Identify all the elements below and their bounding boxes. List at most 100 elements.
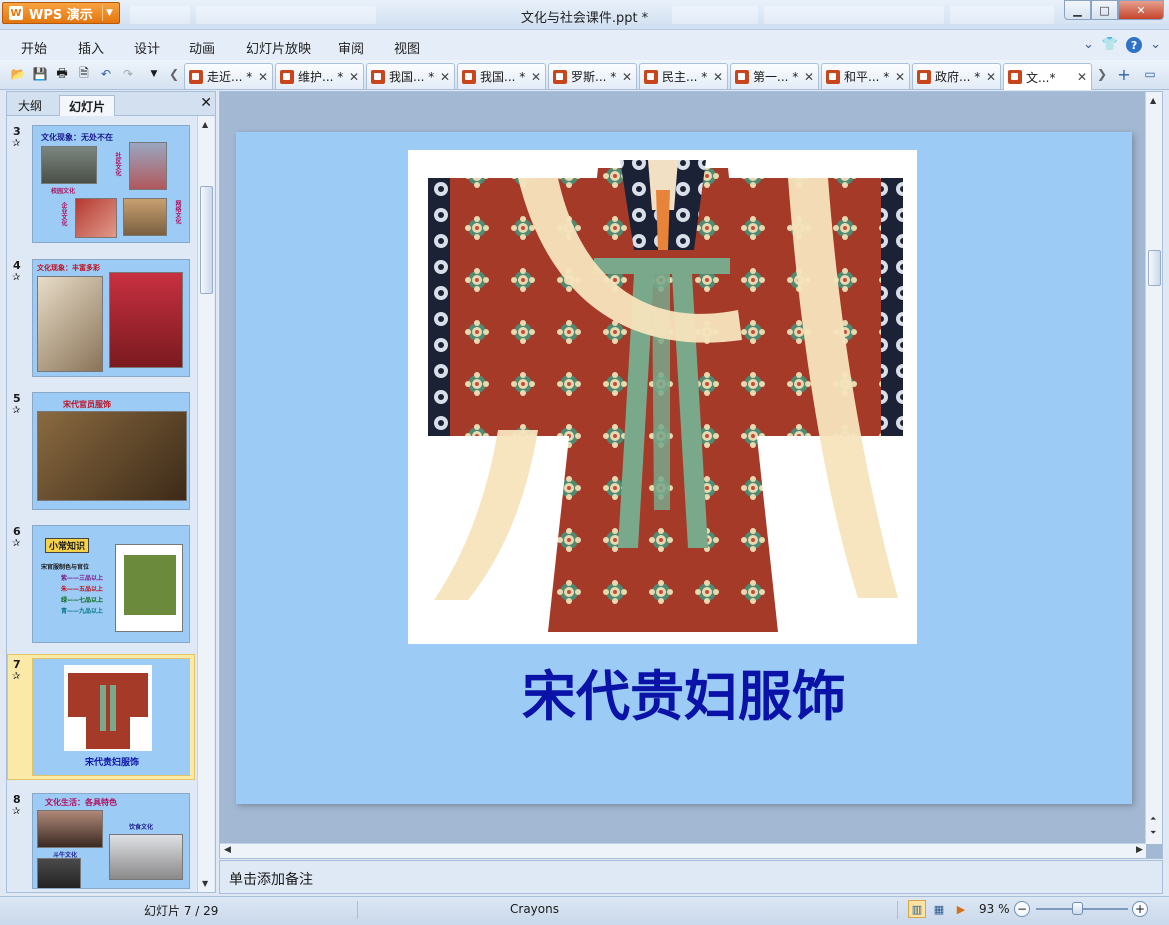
document-tab[interactable]: 民主... * ✕ [639,63,728,89]
document-tab-label: 第一... * [753,70,799,84]
window-title: 文化与社会课件.ppt * [520,11,649,26]
close-tab-icon[interactable]: ✕ [712,70,724,84]
zoom-slider-handle[interactable] [1072,902,1083,915]
notes-pane[interactable]: 单击添加备注 [219,860,1163,894]
thumbnail-title: 文化现象：丰富多彩 [37,264,100,272]
ppt-file-icon [189,69,203,84]
slide-thumbnail[interactable]: 宋代贵妇服饰 [32,658,190,776]
close-tab-icon[interactable]: ✕ [530,70,542,84]
scrollbar-thumb[interactable] [1148,250,1161,286]
document-tab[interactable]: 政府... * ✕ [912,63,1001,89]
green-sash-shape [110,685,116,731]
menu-slideshow[interactable]: 幻灯片放映 [246,38,311,57]
scroll-up-icon[interactable]: ▲ [1150,96,1156,105]
document-tab[interactable]: 和平... * ✕ [821,63,910,89]
robe-image[interactable] [408,150,917,644]
close-tab-icon[interactable]: ✕ [803,70,815,84]
zoom-level[interactable]: 93 % [979,902,1010,916]
minimize-button[interactable]: ▁ [1064,0,1091,20]
close-tab-icon[interactable]: ✕ [1076,70,1088,84]
thumbnail-caption: 社区文化 [114,152,121,176]
new-tab-icon[interactable]: + [1116,65,1132,84]
animation-star-icon: ✰ [12,806,21,817]
ppt-file-icon [462,69,476,84]
document-tab[interactable]: 维护... * ✕ [275,63,364,89]
document-tab-active[interactable]: 文...* ✕ [1003,63,1092,90]
scroll-tabs-right-icon[interactable]: ❯ [1094,66,1110,82]
zoom-out-icon[interactable]: − [1014,901,1030,917]
slide-sorter-view-icon[interactable]: ▦ [930,900,948,918]
menu-home[interactable]: 开始 [21,38,47,57]
slide-number: 5 [13,392,21,405]
close-tab-icon[interactable]: ✕ [348,70,360,84]
close-pane-icon[interactable]: ✕ [200,95,212,111]
menu-view[interactable]: 视图 [394,38,420,57]
close-tab-icon[interactable]: ✕ [257,70,269,84]
slide-title[interactable]: 宋代贵妇服饰 [236,652,1132,731]
document-tab[interactable]: 走近... * ✕ [184,63,273,89]
print-icon[interactable]: 🖶 [54,66,70,82]
menu-insert[interactable]: 插入 [78,38,104,57]
chevron-down-icon[interactable]: ⌄ [1150,37,1161,53]
thumbnail-photo [123,198,167,236]
scroll-tabs-left-icon[interactable]: ❮ [166,66,182,82]
status-divider [357,901,358,919]
next-slide-icon[interactable]: ⏷ [1150,828,1156,838]
thumbnail-caption: 校园文化 [51,188,76,195]
theme-name: Crayons [510,902,559,916]
thumbnail-robe-image [115,544,183,632]
close-tab-icon[interactable]: ✕ [439,70,451,84]
document-tab[interactable]: 我国... * ✕ [457,63,546,89]
menu-design[interactable]: 设计 [134,38,160,57]
slide-horizontal-scrollbar[interactable]: ◀ ▶ [220,843,1146,858]
tab-slides[interactable]: 幻灯片 [59,95,116,116]
chevron-down-icon[interactable]: ⌄ [1083,37,1094,53]
normal-view-icon[interactable]: ▥ [908,900,926,918]
redo-icon[interactable]: ↷ [120,66,136,82]
ppt-file-icon [280,69,294,84]
thumbnail-robe-image [64,665,152,751]
skin-icon[interactable]: 👕 [1102,37,1118,53]
document-tab[interactable]: 第一... * ✕ [730,63,819,89]
slide-thumbnail[interactable]: 文化生活：各具特色 斗牛文化 饮食文化 [32,793,190,889]
thumbnail-scrollbar[interactable]: ▲ ▼ [197,116,214,892]
close-tab-icon[interactable]: ✕ [894,70,906,84]
slide-thumbnail[interactable]: 宋代官员服饰 [32,392,190,510]
slide-thumbnail[interactable]: 小常知识 宋官服制色与官位 紫——三品以上 朱——五品以上 绿——七品以上 青—… [32,525,190,643]
customize-dropdown-icon[interactable]: ▼ [146,66,162,82]
maximize-button[interactable]: □ [1091,0,1118,20]
scroll-up-icon[interactable]: ▲ [202,120,208,129]
document-tab-label: 民主... * [662,70,708,84]
slide-thumbnail[interactable]: 文化现象：无处不在 校园文化 社区文化 企业文化 网络文化 [32,125,190,243]
previous-slide-icon[interactable]: ⏶ [1150,814,1156,824]
close-window-button[interactable]: ✕ [1118,0,1164,20]
thumbnail-photo [109,272,183,368]
scroll-down-icon[interactable]: ▼ [202,879,208,888]
print-preview-icon[interactable]: 🗎 [76,66,92,82]
document-tab[interactable]: 罗斯... * ✕ [548,63,637,89]
thumbnail-title: 宋代贵妇服饰 [84,758,139,768]
zoom-in-icon[interactable]: + [1132,901,1148,917]
slide-thumbnail[interactable]: 文化现象：丰富多彩 [32,259,190,377]
thumbnail-title: 小常知识 [45,538,90,553]
help-icon[interactable]: ? [1126,37,1143,53]
undo-icon[interactable]: ↶ [98,66,114,82]
ppt-file-icon [644,69,658,84]
open-folder-icon[interactable]: 📂 [10,66,26,82]
menu-animation[interactable]: 动画 [189,38,215,57]
close-tab-icon[interactable]: ✕ [621,70,633,84]
close-tab-icon[interactable]: ✕ [985,70,997,84]
tab-outline[interactable]: 大纲 [9,95,51,116]
slideshow-view-icon[interactable]: ▶ [952,900,970,918]
current-slide[interactable]: 宋代贵妇服饰 [236,132,1132,804]
tab-list-icon[interactable]: ▭ [1142,66,1158,82]
slide-vertical-scrollbar[interactable]: ▲ ⏶ ⏷ [1145,92,1162,844]
scroll-left-icon[interactable]: ◀ [224,845,231,855]
document-tab[interactable]: 我国... * ✕ [366,63,455,89]
scroll-right-icon[interactable]: ▶ [1136,845,1143,855]
document-tab-label: 我国... * [480,70,526,84]
scrollbar-thumb[interactable] [200,186,213,294]
document-tab-label: 和平... * [844,70,890,84]
menu-review[interactable]: 审阅 [338,38,364,57]
save-icon[interactable]: 💾 [32,66,48,82]
